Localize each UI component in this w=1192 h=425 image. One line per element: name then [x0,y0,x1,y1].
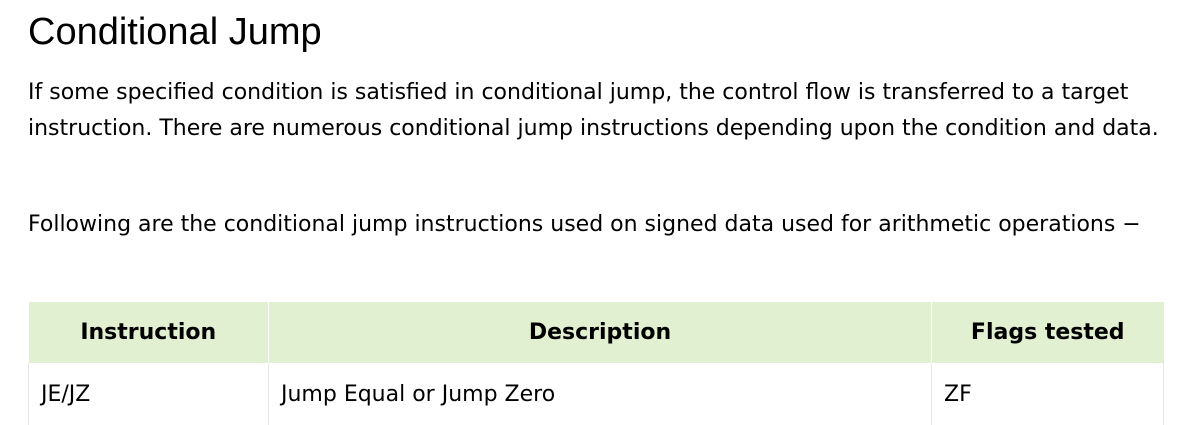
table-row: JE/JZ Jump Equal or Jump Zero ZF [28,363,1164,425]
intro-paragraph: If some specified condition is satisfied… [28,80,1159,141]
conditional-jump-table: Instruction Description Flags tested JE/… [28,302,1164,425]
page-title: Conditional Jump [28,11,322,53]
lead-in-paragraph: Following are the conditional jump instr… [28,212,1141,237]
header-description: Description [268,302,932,363]
header-flags-tested: Flags tested [931,302,1164,363]
cell-flags-tested: ZF [931,363,1164,425]
cell-description: Jump Equal or Jump Zero [268,363,932,425]
cell-instruction: JE/JZ [28,363,269,425]
header-instruction: Instruction [28,302,269,363]
table-header-row: Instruction Description Flags tested [28,302,1164,363]
